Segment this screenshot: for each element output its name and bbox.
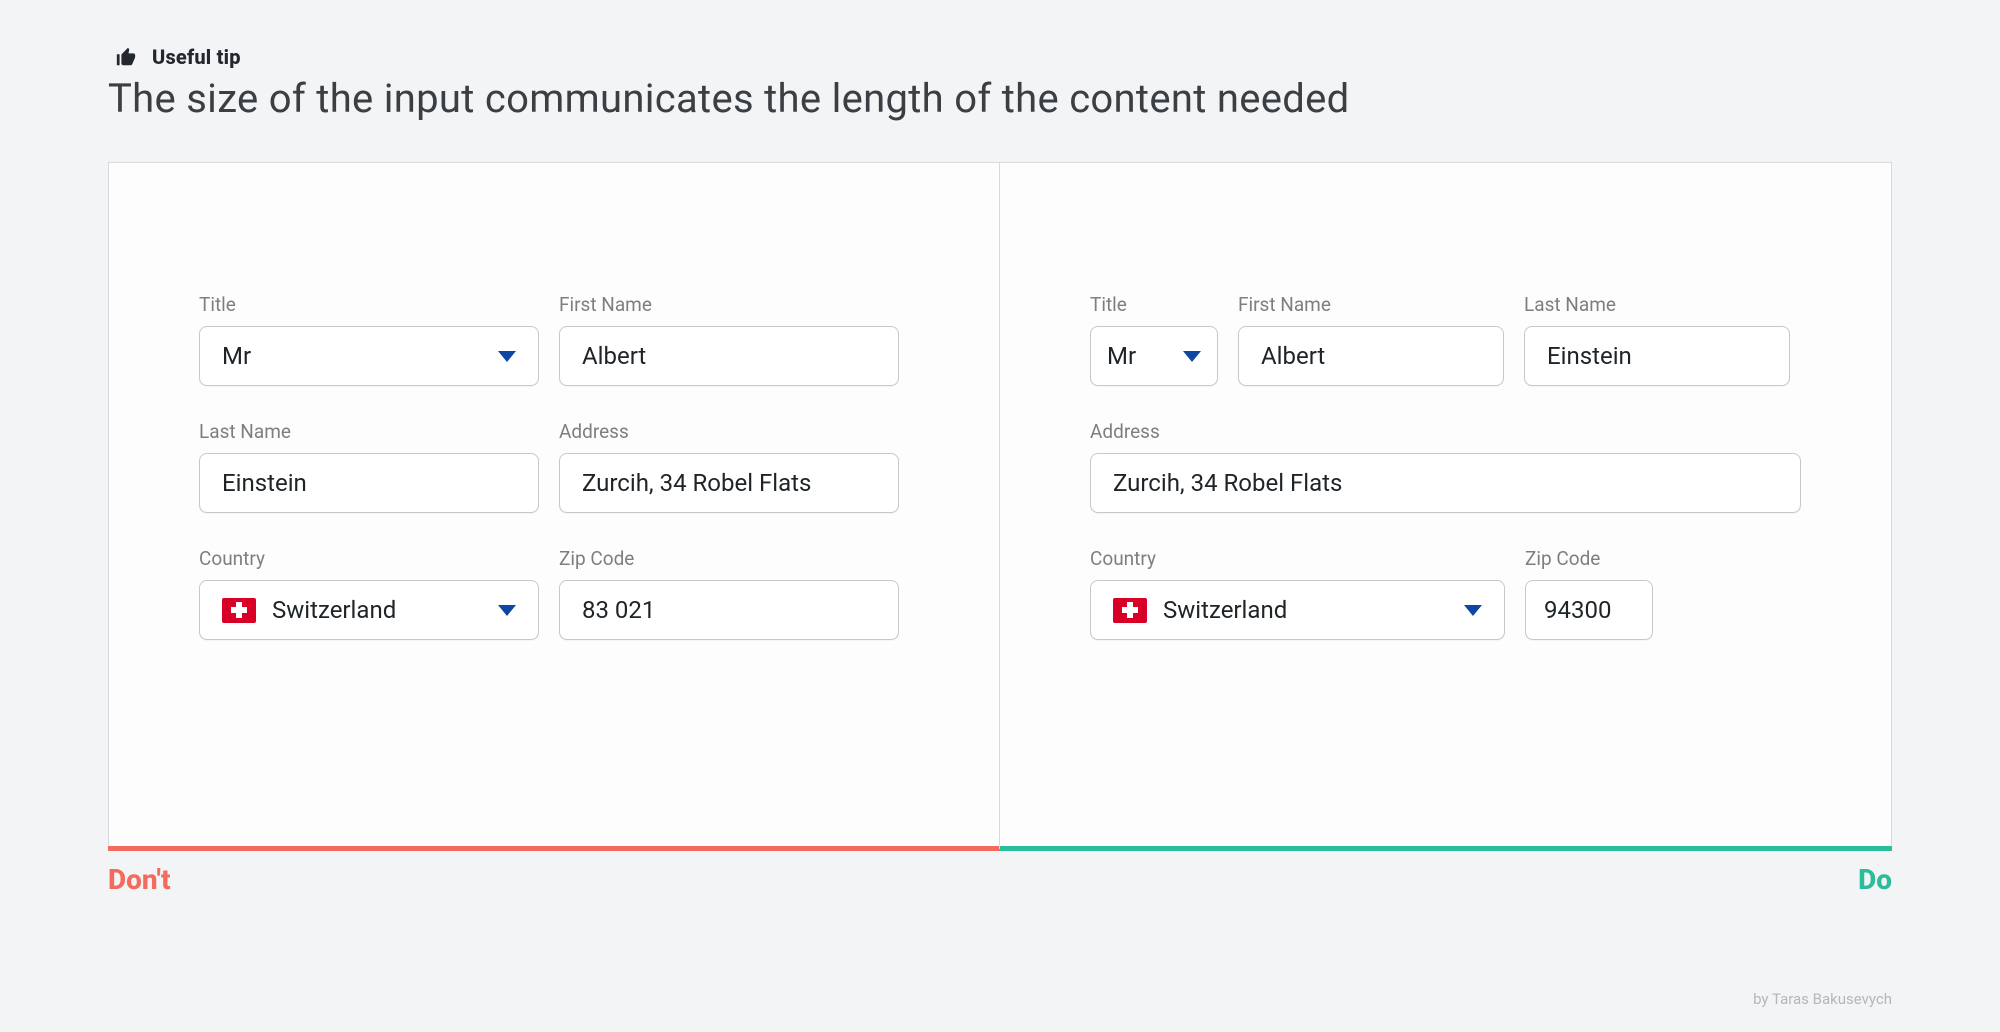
first-name-input[interactable]: Albert bbox=[559, 326, 899, 386]
tip-label: Useful tip bbox=[152, 45, 241, 69]
field-value: Mr bbox=[1107, 342, 1171, 370]
last-name-field-group: Last Name Einstein bbox=[199, 420, 539, 513]
last-name-input[interactable]: Einstein bbox=[199, 453, 539, 513]
last-name-field-group: Last Name Einstein bbox=[1524, 293, 1790, 386]
field-value: Zurcih, 34 Robel Flats bbox=[582, 469, 876, 497]
dont-pane: Title Mr First Name Albert Last Name bbox=[109, 163, 1000, 849]
field-value: 83 021 bbox=[582, 596, 876, 624]
country-field-group: Country Switzerland bbox=[1090, 547, 1505, 640]
comparison-panes: Title Mr First Name Albert Last Name bbox=[108, 162, 1892, 850]
last-name-input[interactable]: Einstein bbox=[1524, 326, 1790, 386]
country-field-group: Country Switzerland bbox=[199, 547, 539, 640]
country-select[interactable]: Switzerland bbox=[1090, 580, 1505, 640]
field-label: Zip Code bbox=[559, 547, 899, 570]
field-label: Address bbox=[1090, 420, 1801, 443]
field-value: Albert bbox=[582, 342, 876, 370]
field-label: Zip Code bbox=[1525, 547, 1653, 570]
do-label: Do bbox=[1858, 863, 1892, 896]
field-label: Country bbox=[1090, 547, 1505, 570]
field-value: 94300 bbox=[1544, 596, 1634, 624]
address-input[interactable]: Zurcih, 34 Robel Flats bbox=[1090, 453, 1801, 513]
title-select[interactable]: Mr bbox=[199, 326, 539, 386]
thumbs-up-icon bbox=[112, 46, 140, 68]
status-labels: Don't Do bbox=[108, 863, 1892, 896]
address-field-group: Address Zurcih, 34 Robel Flats bbox=[559, 420, 899, 513]
zip-input[interactable]: 94300 bbox=[1525, 580, 1653, 640]
field-value: Einstein bbox=[222, 469, 516, 497]
byline: by Taras Bakusevych bbox=[1753, 990, 1892, 1008]
design-tip-card: Useful tip The size of the input communi… bbox=[0, 0, 2000, 1032]
title-select[interactable]: Mr bbox=[1090, 326, 1218, 386]
first-name-field-group: First Name Albert bbox=[559, 293, 899, 386]
field-label: Title bbox=[199, 293, 539, 316]
chevron-down-icon bbox=[498, 351, 516, 362]
field-label: First Name bbox=[1238, 293, 1504, 316]
first-name-input[interactable]: Albert bbox=[1238, 326, 1504, 386]
chevron-down-icon bbox=[498, 605, 516, 616]
chevron-down-icon bbox=[1464, 605, 1482, 616]
dont-label: Don't bbox=[108, 863, 171, 896]
field-label: Last Name bbox=[199, 420, 539, 443]
country-select[interactable]: Switzerland bbox=[199, 580, 539, 640]
tip-header: Useful tip bbox=[112, 45, 1892, 69]
zip-field-group: Zip Code 83 021 bbox=[559, 547, 899, 640]
field-value: Einstein bbox=[1547, 342, 1767, 370]
swiss-flag-icon bbox=[1113, 598, 1147, 623]
first-name-field-group: First Name Albert bbox=[1238, 293, 1504, 386]
field-value: Zurcih, 34 Robel Flats bbox=[1113, 469, 1778, 497]
field-value: Mr bbox=[222, 342, 486, 370]
field-value: Albert bbox=[1261, 342, 1481, 370]
field-label: Title bbox=[1090, 293, 1218, 316]
tip-headline: The size of the input communicates the l… bbox=[108, 75, 1892, 122]
zip-input[interactable]: 83 021 bbox=[559, 580, 899, 640]
field-value: Switzerland bbox=[272, 596, 486, 624]
do-pane: Title Mr First Name Albert Last Name Ein bbox=[1000, 163, 1891, 849]
address-field-group: Address Zurcih, 34 Robel Flats bbox=[1090, 420, 1801, 513]
chevron-down-icon bbox=[1183, 351, 1201, 362]
field-label: Country bbox=[199, 547, 539, 570]
title-field-group: Title Mr bbox=[199, 293, 539, 386]
title-field-group: Title Mr bbox=[1090, 293, 1218, 386]
address-input[interactable]: Zurcih, 34 Robel Flats bbox=[559, 453, 899, 513]
zip-field-group: Zip Code 94300 bbox=[1525, 547, 1653, 640]
field-value: Switzerland bbox=[1163, 596, 1452, 624]
field-label: Address bbox=[559, 420, 899, 443]
field-label: Last Name bbox=[1524, 293, 1790, 316]
swiss-flag-icon bbox=[222, 598, 256, 623]
field-label: First Name bbox=[559, 293, 899, 316]
